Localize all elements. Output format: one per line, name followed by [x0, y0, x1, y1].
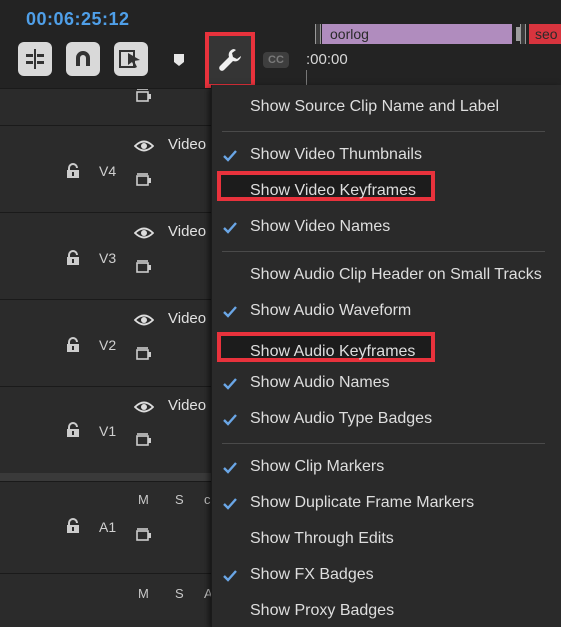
- clip-edge-marker: [520, 24, 526, 44]
- film-icon[interactable]: [136, 173, 152, 187]
- timeline-display-settings-button[interactable]: [205, 32, 255, 88]
- add-marker-icon: [174, 54, 184, 66]
- menu-item-show-audio-type-badges[interactable]: Show Audio Type Badges: [212, 405, 561, 435]
- menu-separator: [222, 131, 545, 132]
- checkmark-icon: [223, 498, 237, 510]
- linked-selection-button[interactable]: [114, 42, 148, 76]
- clip-oorlog[interactable]: oorlog: [322, 24, 520, 44]
- checkmark-icon: [223, 150, 237, 162]
- menu-item-label: Show Video Thumbnails: [250, 146, 422, 163]
- film-icon[interactable]: [136, 260, 152, 274]
- checkmark-icon: [223, 306, 237, 318]
- eye-icon[interactable]: [134, 313, 154, 327]
- clip-label[interactable]: Video: [168, 223, 206, 240]
- checkmark-icon: [223, 570, 237, 582]
- menu-item-show-clip-markers[interactable]: Show Clip Markers: [212, 453, 561, 483]
- clip-edge-marker: [315, 24, 321, 44]
- lock-icon[interactable]: [66, 337, 80, 353]
- menu-item-label: Show FX Badges: [250, 566, 374, 583]
- film-icon[interactable]: [136, 89, 152, 103]
- menu-item-show-video-thumbnails[interactable]: Show Video Thumbnails: [212, 141, 561, 171]
- track-name: V4: [99, 163, 117, 179]
- timeline-display-settings-menu: Show Source Clip Name and Label Show Vid…: [211, 85, 561, 627]
- mute-toggle[interactable]: M: [138, 586, 149, 601]
- menu-item-show-audio-keyframes[interactable]: Show Audio Keyframes: [212, 338, 561, 368]
- menu-separator: [222, 443, 545, 444]
- solo-toggle[interactable]: S: [175, 586, 184, 601]
- snap-magnet-icon: [76, 51, 90, 66]
- captions-icon[interactable]: CC: [263, 52, 289, 68]
- menu-item-show-source-clip-name[interactable]: Show Source Clip Name and Label: [212, 93, 561, 123]
- menu-item-show-audio-clip-header[interactable]: Show Audio Clip Header on Small Tracks: [212, 261, 561, 291]
- lock-icon[interactable]: [66, 518, 80, 534]
- playhead-timecode[interactable]: 00:06:25:12: [26, 9, 130, 30]
- clip-label[interactable]: Video: [168, 310, 206, 327]
- track-name: V3: [99, 250, 117, 266]
- menu-item-show-duplicate-frame-markers[interactable]: Show Duplicate Frame Markers: [212, 489, 561, 519]
- checkmark-icon: [223, 414, 237, 426]
- track-name: A1: [99, 519, 117, 535]
- menu-separator: [222, 251, 545, 252]
- film-icon[interactable]: [136, 433, 152, 447]
- menu-item-show-video-keyframes[interactable]: Show Video Keyframes: [212, 177, 561, 207]
- menu-item-show-fx-badges[interactable]: Show FX Badges: [212, 561, 561, 591]
- snap-button[interactable]: [66, 42, 100, 76]
- eye-icon[interactable]: [134, 139, 154, 153]
- menu-item-label: Show Through Edits: [250, 530, 394, 547]
- solo-toggle[interactable]: S: [175, 492, 184, 507]
- menu-item-show-audio-waveform[interactable]: Show Audio Waveform: [212, 297, 561, 327]
- timeline-header: 00:06:25:12 CC :00:00 oorlog seo: [0, 0, 561, 88]
- track-name: V1: [99, 423, 117, 439]
- menu-item-label: Show Audio Type Badges: [250, 410, 433, 427]
- lock-icon[interactable]: [66, 422, 80, 438]
- menu-item-show-proxy-badges[interactable]: Show Proxy Badges: [212, 597, 561, 627]
- menu-item-label: Show Duplicate Frame Markers: [250, 494, 475, 511]
- wrench-settings-icon: [219, 49, 241, 71]
- menu-item-label: Show Video Names: [250, 218, 391, 235]
- eye-icon[interactable]: [134, 226, 154, 240]
- lock-icon[interactable]: [66, 163, 80, 179]
- menu-item-label: Show Audio Clip Header on Small Tracks: [250, 266, 542, 283]
- menu-item-label: Show Source Clip Name and Label: [250, 98, 500, 115]
- clip-label[interactable]: Video: [168, 136, 206, 153]
- add-marker-button[interactable]: [172, 52, 186, 68]
- linked-selection-icon: [119, 50, 140, 68]
- lock-icon[interactable]: [66, 250, 80, 266]
- checkmark-icon: [223, 378, 237, 390]
- menu-item-show-audio-names[interactable]: Show Audio Names: [212, 369, 561, 399]
- checkmark-icon: [223, 462, 237, 474]
- menu-item-show-through-edits[interactable]: Show Through Edits: [212, 525, 561, 555]
- insert-sequence-button[interactable]: [18, 42, 52, 76]
- menu-item-label: Show Audio Waveform: [250, 302, 412, 319]
- menu-item-show-video-names[interactable]: Show Video Names: [212, 213, 561, 243]
- menu-item-label: Show Audio Names: [250, 374, 390, 391]
- menu-item-label: Show Video Keyframes: [250, 182, 417, 199]
- clip-seo[interactable]: seo: [529, 24, 561, 44]
- film-icon[interactable]: [136, 528, 152, 542]
- eye-icon[interactable]: [134, 400, 154, 414]
- film-icon[interactable]: [136, 347, 152, 361]
- menu-item-label: Show Clip Markers: [250, 458, 385, 475]
- menu-item-label: Show Proxy Badges: [250, 602, 395, 619]
- insert-sequence-icon: [26, 49, 44, 69]
- clip-label[interactable]: Video: [168, 397, 206, 414]
- menu-item-label: Show Audio Keyframes: [250, 343, 416, 360]
- ruler-timecode: :00:00: [306, 51, 348, 68]
- mute-toggle[interactable]: M: [138, 492, 149, 507]
- track-name: V2: [99, 337, 117, 353]
- track-extra-label: c: [204, 492, 211, 507]
- checkmark-icon: [223, 222, 237, 234]
